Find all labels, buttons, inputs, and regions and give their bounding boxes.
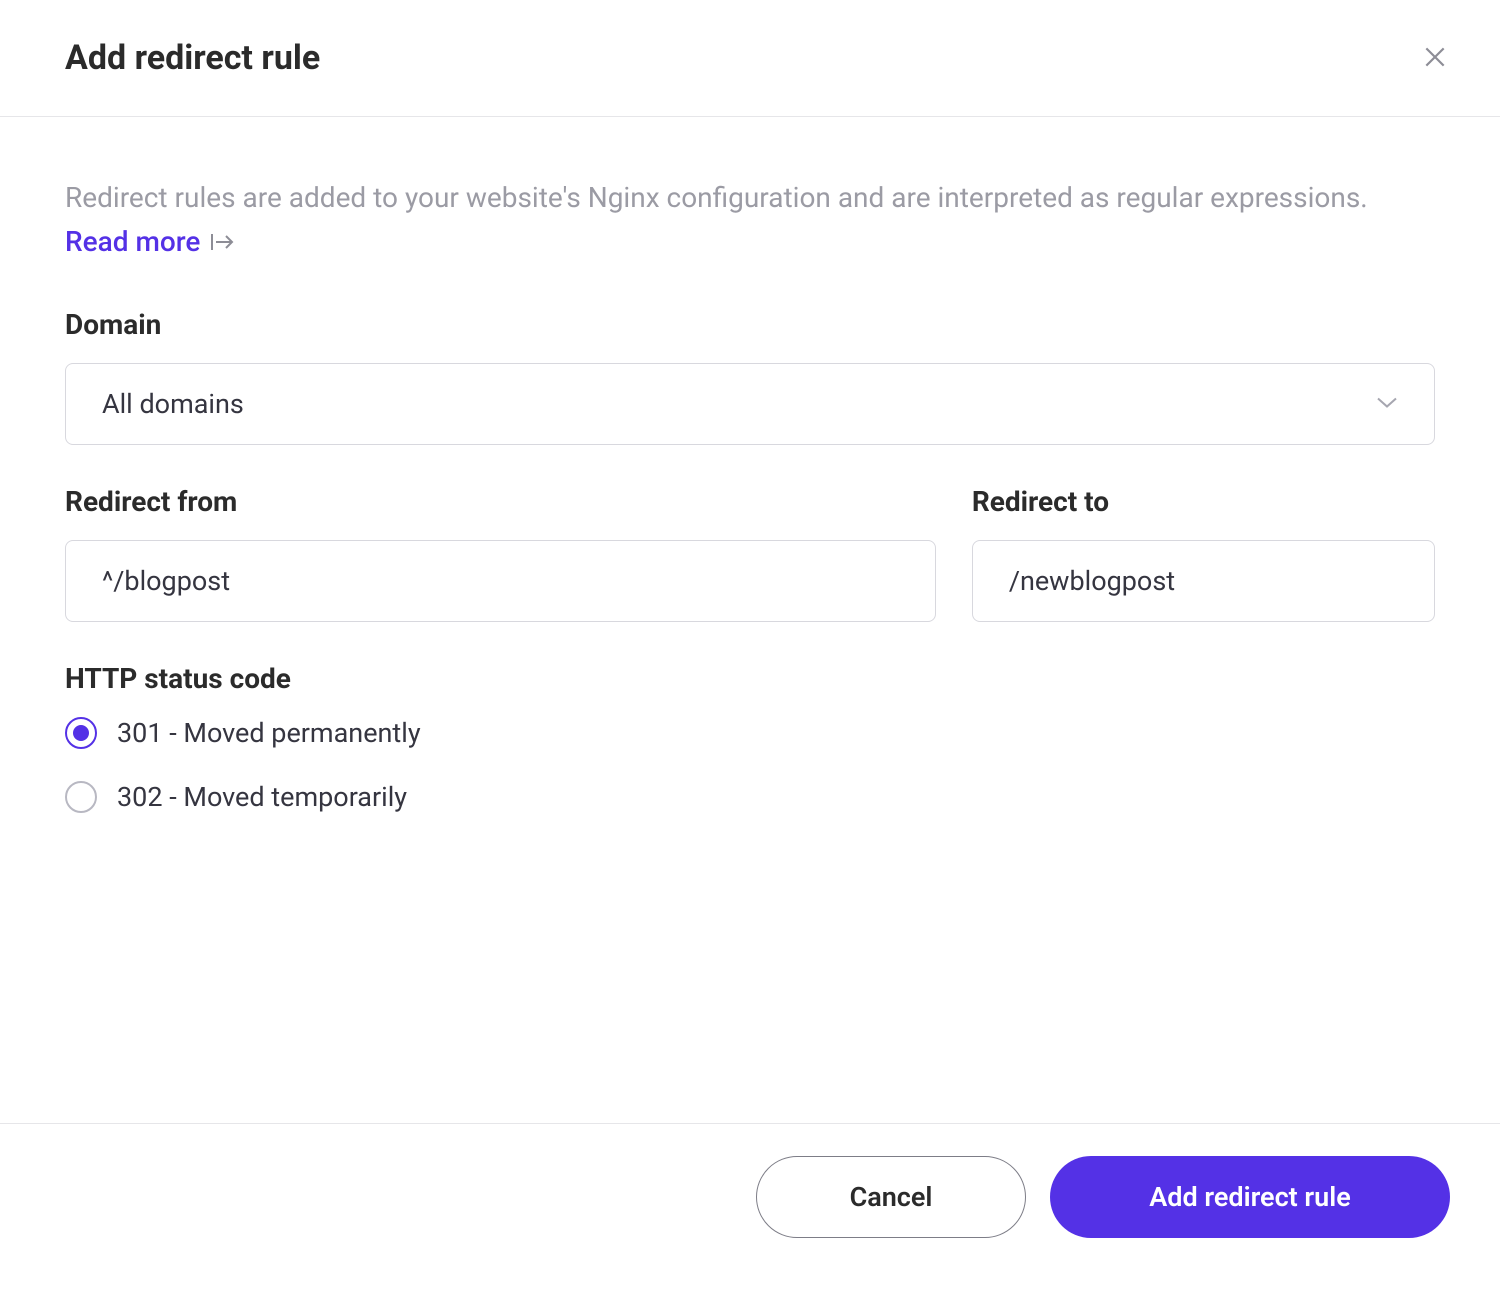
- read-more-label: Read more: [65, 225, 200, 258]
- submit-button[interactable]: Add redirect rule: [1050, 1156, 1450, 1238]
- redirect-to-group: Redirect to: [972, 485, 1435, 622]
- domain-field-group: Domain: [65, 308, 1435, 445]
- domain-label: Domain: [65, 308, 1435, 341]
- cancel-button[interactable]: Cancel: [756, 1156, 1026, 1238]
- radio-301[interactable]: 301 - Moved permanently: [65, 717, 1435, 749]
- redirect-from-label: Redirect from: [65, 485, 936, 518]
- radio-302[interactable]: 302 - Moved temporarily: [65, 781, 1435, 813]
- domain-select-wrap: [65, 363, 1435, 445]
- radio-indicator-icon: [65, 781, 97, 813]
- description-text: Redirect rules are added to your website…: [65, 177, 1435, 219]
- redirect-from-input[interactable]: [65, 540, 936, 622]
- redirect-from-group: Redirect from: [65, 485, 936, 622]
- status-code-radio-group: 301 - Moved permanently 302 - Moved temp…: [65, 717, 1435, 813]
- redirect-to-label: Redirect to: [972, 485, 1435, 518]
- redirect-to-input[interactable]: [972, 540, 1435, 622]
- domain-select[interactable]: [65, 363, 1435, 445]
- external-link-icon: [210, 231, 236, 253]
- radio-302-label: 302 - Moved temporarily: [117, 781, 407, 813]
- redirect-row: Redirect from Redirect to: [65, 485, 1435, 662]
- status-code-group: HTTP status code 301 - Moved permanently…: [65, 662, 1435, 813]
- radio-301-label: 301 - Moved permanently: [117, 717, 421, 749]
- close-button[interactable]: [1420, 43, 1450, 73]
- modal-body: Redirect rules are added to your website…: [0, 117, 1500, 893]
- modal-header: Add redirect rule: [0, 0, 1500, 117]
- radio-indicator-icon: [65, 717, 97, 749]
- modal-title: Add redirect rule: [65, 38, 320, 78]
- read-more-link[interactable]: Read more: [65, 225, 236, 258]
- modal-footer: Cancel Add redirect rule: [0, 1123, 1500, 1302]
- close-icon: [1422, 44, 1448, 73]
- status-code-label: HTTP status code: [65, 662, 1435, 695]
